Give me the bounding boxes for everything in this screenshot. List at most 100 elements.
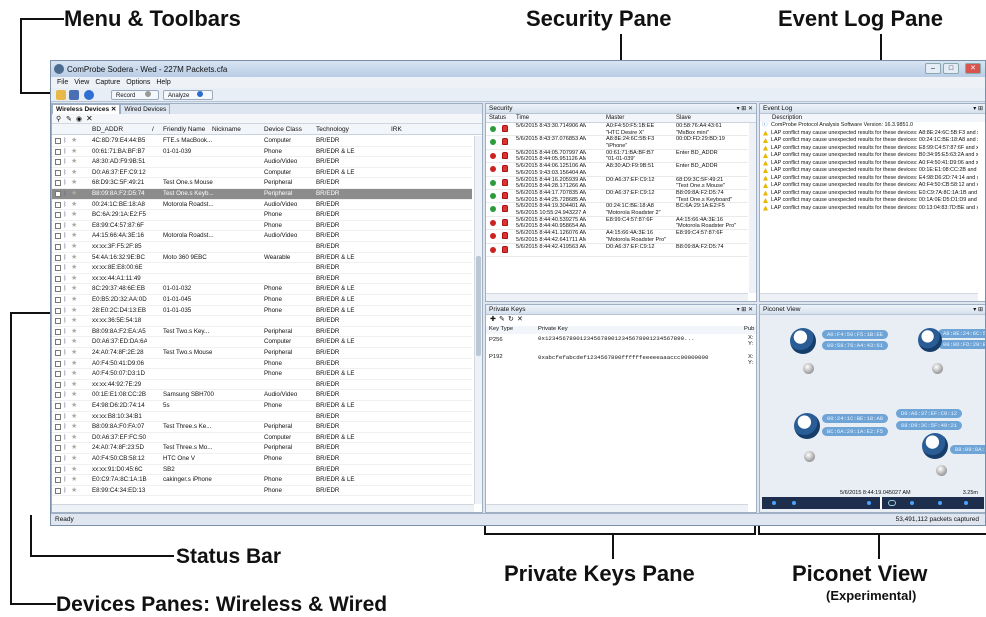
col-key-type[interactable]: Key Type — [489, 326, 513, 333]
device-row[interactable]: ᛒ ★ D0:A6:37:ED:DA:6A Computer BR/EDR & LE — [52, 337, 472, 348]
device-row[interactable]: ᛒ ★ E8:99:C4:57:87:6F Phone BR/EDR — [52, 221, 472, 232]
open-folder-icon[interactable] — [56, 90, 66, 100]
piconet-master-node[interactable] — [790, 328, 816, 354]
piconet-slave-node[interactable] — [932, 363, 943, 374]
save-icon[interactable] — [69, 90, 79, 100]
device-checkbox[interactable] — [55, 297, 61, 303]
device-row[interactable]: ᛒ ★ A4:15:66:4A:3E:16 Motorola Roadst... Aud… — [52, 231, 472, 242]
piconet-slave-node[interactable] — [804, 451, 815, 462]
device-checkbox[interactable] — [55, 212, 61, 219]
event-log-row[interactable]: LAP conflict may cause unexpected result… — [760, 197, 978, 205]
favorite-star-icon[interactable]: ★ — [71, 369, 77, 380]
piconet-label[interactable]: 00:24:1C:BE:18:A8 — [822, 414, 889, 423]
device-row[interactable]: ᛒ ★ A8:30:AD:F9:9B:51 Audio/Video BR/EDR — [52, 157, 472, 168]
device-row[interactable]: ᛒ ★ 24:A0:74:8F:2E:28 Test Two.s Mouse Perip… — [52, 348, 472, 359]
device-checkbox[interactable] — [55, 360, 61, 367]
col-pub[interactable]: Pub — [744, 326, 754, 333]
device-row[interactable]: ᛒ ★ E0:B5:2D:32:AA:0D 01-01-045 Phone BR/EDR … — [52, 295, 472, 306]
col-master[interactable]: Master — [606, 114, 624, 123]
col-private-key[interactable]: Private Key — [538, 326, 568, 333]
devices-hscrollbar[interactable] — [52, 504, 474, 512]
device-row[interactable]: ᛒ ★ xx:xx:44:92:7E:29 BR/EDR — [52, 380, 472, 391]
favorite-star-icon[interactable]: ★ — [71, 306, 77, 317]
piconet-slave-node[interactable] — [936, 465, 947, 476]
event-log-row[interactable]: LAP conflict may cause unexpected result… — [760, 182, 978, 190]
private-keys-hscrollbar[interactable] — [486, 504, 748, 512]
favorite-star-icon[interactable]: ★ — [71, 348, 77, 359]
pin-icon[interactable]: ▾ ⊞ ✕ — [737, 305, 753, 315]
device-checkbox[interactable] — [55, 487, 61, 494]
device-row[interactable]: ᛒ ★ xx:xx:44:A1:11:49 BR/EDR — [52, 274, 472, 285]
device-checkbox[interactable] — [55, 275, 61, 282]
security-row[interactable]: 5/6/2015 8:44:40.539275 AM 5/6/2015 8:44:… — [486, 217, 748, 231]
piconet-label[interactable]: A0:F4:50:F5:1B:EE — [822, 330, 889, 339]
col-irk[interactable]: IRK — [391, 124, 402, 135]
col-nickname[interactable]: Nickname — [212, 124, 241, 135]
timeline-cursor[interactable] — [880, 497, 882, 509]
security-row[interactable]: 5/6/2015 8:43:30.714906 AM A0:F4:50:F5:1B… — [486, 123, 748, 137]
piconet-master-node[interactable] — [794, 413, 820, 439]
device-checkbox[interactable] — [55, 265, 61, 272]
favorite-star-icon[interactable]: ★ — [71, 443, 77, 454]
device-checkbox[interactable] — [55, 169, 61, 176]
device-checkbox[interactable] — [55, 254, 61, 261]
device-row[interactable]: ᛒ ★ xx:xx:36:5E:54:18 BR/EDR — [52, 316, 472, 327]
pin-icon[interactable]: ▾ ⊞ — [973, 104, 983, 114]
favorite-star-icon[interactable]: ★ — [71, 295, 77, 306]
delete-key-icon[interactable]: ✕ — [517, 315, 523, 325]
device-row[interactable]: ᛒ ★ 00:61:71:BA:BF:B7 01-01-039 Phone BR/EDR … — [52, 147, 472, 158]
device-row[interactable]: ᛒ ★ D0:A6:37:EF:C9:12 Computer BR/EDR & LE — [52, 168, 472, 179]
refresh-icon[interactable]: ↻ — [508, 315, 514, 325]
favorite-star-icon[interactable]: ★ — [71, 454, 77, 465]
device-checkbox[interactable] — [55, 138, 61, 144]
col-device-class[interactable]: Device Class — [264, 124, 302, 135]
col-status[interactable]: Status — [489, 114, 506, 123]
col-time[interactable]: Time — [516, 114, 529, 123]
device-checkbox[interactable] — [55, 233, 61, 240]
eye-icon[interactable]: ◉ — [76, 115, 82, 123]
event-log-row[interactable]: LAP conflict may cause unexpected result… — [760, 205, 978, 213]
device-checkbox[interactable] — [55, 159, 61, 166]
device-row[interactable]: ᛒ ★ A0:F4:50:CB:58:12 HTC One V Phone BR/EDR — [52, 454, 472, 465]
col-slave[interactable]: Slave — [676, 114, 691, 123]
col-bd-addr[interactable]: BD_ADDR — [92, 124, 123, 135]
piconet-label[interactable]: D0:A6:37:EF:C9:12 — [896, 409, 963, 418]
piconet-master-node[interactable] — [922, 433, 948, 459]
favorite-star-icon[interactable]: ★ — [71, 168, 77, 179]
favorite-star-icon[interactable]: ★ — [71, 189, 77, 200]
favorite-star-icon[interactable]: ★ — [71, 422, 77, 433]
tab-wired-devices[interactable]: Wired Devices — [120, 104, 171, 114]
security-row[interactable]: 5/6/2015 8:44:05.707997 AM 5/6/2015 8:44:… — [486, 150, 748, 164]
device-row[interactable]: ᛒ ★ 00:24:1C:BE:18:A8 Motorola Roadst... Aud… — [52, 200, 472, 211]
device-row[interactable]: ᛒ ★ BC:6A:29:1A:E2:F5 Phone BR/EDR — [52, 210, 472, 221]
piconet-label[interactable]: A8:8E:24:6C:5B — [938, 329, 985, 338]
favorite-star-icon[interactable]: ★ — [71, 475, 77, 486]
favorite-star-icon[interactable]: ★ — [71, 157, 77, 168]
piconet-label[interactable]: B8:09:8A:F2:D — [950, 445, 985, 454]
device-checkbox[interactable] — [55, 318, 61, 325]
event-log-column[interactable]: Description — [760, 114, 985, 122]
event-log-row[interactable]: LAP conflict may cause unexpected result… — [760, 167, 978, 175]
favorite-star-icon[interactable]: ★ — [71, 337, 77, 348]
favorite-star-icon[interactable]: ★ — [71, 221, 77, 232]
device-row[interactable]: ᛒ ★ E8:99:C4:34:ED:13 Phone BR/EDR — [52, 486, 472, 497]
favorite-star-icon[interactable]: ★ — [71, 412, 77, 423]
device-checkbox[interactable] — [55, 350, 61, 356]
edit-key-icon[interactable]: ✎ — [499, 315, 505, 325]
menu-view[interactable]: View — [74, 77, 89, 88]
device-checkbox[interactable] — [55, 392, 61, 399]
menu-options[interactable]: Options — [126, 77, 150, 88]
piconet-label[interactable]: 00:58:76:A4:43:61 — [822, 341, 889, 350]
col-friendly-name[interactable]: Friendly Name — [163, 124, 205, 135]
device-row[interactable]: ᛒ ★ xx:xx:8E:E8:00:6E BR/EDR — [52, 263, 472, 274]
security-row[interactable]: 5/6/2015 8:44:42.419563 AM D0:A6:37:EF:C9… — [486, 244, 748, 257]
device-checkbox[interactable] — [55, 286, 61, 293]
help-icon[interactable] — [84, 90, 94, 100]
event-log-row[interactable]: LAP conflict may cause unexpected result… — [760, 145, 978, 153]
event-log-row[interactable]: LAP conflict may cause unexpected result… — [760, 175, 978, 183]
device-row[interactable]: ᛒ ★ xx:xx:3F:F5:2F:85 BR/EDR — [52, 242, 472, 253]
device-row[interactable]: ᛒ ★ 4C:8D:79:E4:44:B5 FTE.s MacBook... Compu… — [52, 136, 472, 147]
device-checkbox[interactable] — [55, 456, 61, 462]
piconet-label[interactable]: 68:D9:3C:5F:49:21 — [896, 421, 963, 430]
maximize-button[interactable]: □ — [943, 63, 959, 74]
